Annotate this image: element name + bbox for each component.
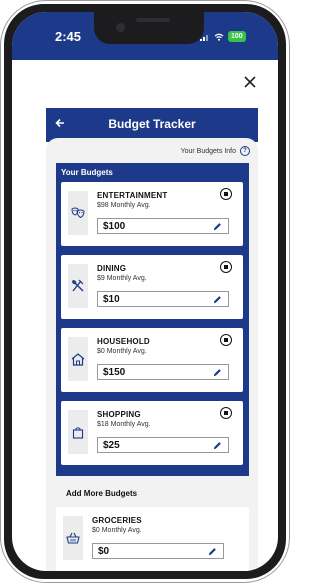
- status-icons: 100: [200, 31, 246, 42]
- monthly-average: $0 Monthly Avg.: [92, 527, 142, 534]
- category-name: ENTERTAINMENT: [97, 191, 168, 200]
- your-budgets-section: Your Budgets ENTERTAINMENT $98 Monthly A…: [56, 163, 249, 476]
- category-name: HOUSEHOLD: [97, 337, 150, 346]
- pencil-icon[interactable]: [213, 222, 222, 231]
- monthly-average: $18 Monthly Avg.: [97, 421, 151, 428]
- shopping-bag-icon: [72, 426, 84, 439]
- pencil-icon[interactable]: [213, 441, 222, 450]
- budget-amount-field[interactable]: $10: [97, 291, 229, 307]
- monthly-average: $98 Monthly Avg.: [97, 202, 151, 209]
- budget-amount-field[interactable]: $150: [97, 364, 229, 380]
- notch: [94, 12, 204, 44]
- remove-budget-button[interactable]: [220, 407, 232, 419]
- remove-budget-button[interactable]: [220, 261, 232, 273]
- category-name: DINING: [97, 264, 127, 273]
- budget-amount: $100: [103, 221, 126, 232]
- budget-amount: $150: [103, 367, 126, 378]
- budget-amount: $10: [103, 294, 120, 305]
- phone-frame: 2:45 100 Budget Tracker Your Budgets Inf…: [4, 4, 286, 579]
- utensils-icon: [72, 279, 84, 292]
- battery-indicator: 100: [228, 31, 246, 42]
- budget-amount: $25: [103, 440, 120, 451]
- budget-card-entertainment: ENTERTAINMENT $98 Monthly Avg. $100: [61, 182, 243, 246]
- screen: 2:45 100 Budget Tracker Your Budgets Inf…: [12, 12, 278, 571]
- basket-icon: [66, 532, 80, 544]
- remove-budget-button[interactable]: [220, 334, 232, 346]
- category-icon-box: [68, 410, 88, 454]
- page-title: Budget Tracker: [108, 117, 196, 131]
- budget-amount-field[interactable]: $25: [97, 437, 229, 453]
- stop-icon: [224, 338, 228, 342]
- budget-amount: $0: [98, 546, 110, 557]
- budget-card-shopping: SHOPPING $18 Monthly Avg. $25: [61, 401, 243, 465]
- status-bar: 2:45 100: [12, 12, 278, 60]
- main-content: Your Budgets Info ? Your Budgets ENTERTA…: [46, 138, 258, 571]
- close-button[interactable]: [240, 72, 260, 92]
- app-header: Budget Tracker: [46, 108, 258, 142]
- pencil-icon[interactable]: [213, 295, 222, 304]
- your-budgets-title: Your Budgets: [61, 168, 113, 177]
- budget-card-dining: DINING $9 Monthly Avg. $10: [61, 255, 243, 319]
- category-name: SHOPPING: [97, 410, 141, 419]
- category-icon-box: [68, 191, 88, 235]
- budget-card-household: HOUSEHOLD $0 Monthly Avg. $150: [61, 328, 243, 392]
- budget-amount-field[interactable]: $0: [92, 543, 224, 559]
- signal-icon: [200, 34, 208, 41]
- close-icon: [244, 76, 256, 88]
- stop-icon: [224, 411, 228, 415]
- help-icon: ?: [240, 146, 250, 156]
- monthly-average: $9 Monthly Avg.: [97, 275, 147, 282]
- camera-icon: [116, 23, 125, 32]
- status-time: 2:45: [55, 29, 82, 44]
- house-icon: [71, 352, 85, 366]
- budget-card-groceries: GROCERIES $0 Monthly Avg. $0: [56, 507, 249, 571]
- budgets-info-label: Your Budgets Info: [180, 147, 236, 155]
- wifi-icon: [214, 33, 224, 41]
- budgets-info-link[interactable]: Your Budgets Info ?: [181, 146, 250, 156]
- pencil-icon[interactable]: [208, 547, 217, 556]
- category-name: GROCERIES: [92, 516, 142, 525]
- speaker-grille: [136, 18, 170, 22]
- remove-budget-button[interactable]: [220, 188, 232, 200]
- theater-masks-icon: [71, 207, 85, 219]
- category-icon-box: [68, 264, 88, 308]
- pencil-icon[interactable]: [213, 368, 222, 377]
- stop-icon: [224, 265, 228, 269]
- budget-amount-field[interactable]: $100: [97, 218, 229, 234]
- category-icon-box: [63, 516, 83, 560]
- stop-icon: [224, 192, 228, 196]
- category-icon-box: [68, 337, 88, 381]
- add-more-budgets-title: Add More Budgets: [66, 489, 138, 498]
- monthly-average: $0 Monthly Avg.: [97, 348, 147, 355]
